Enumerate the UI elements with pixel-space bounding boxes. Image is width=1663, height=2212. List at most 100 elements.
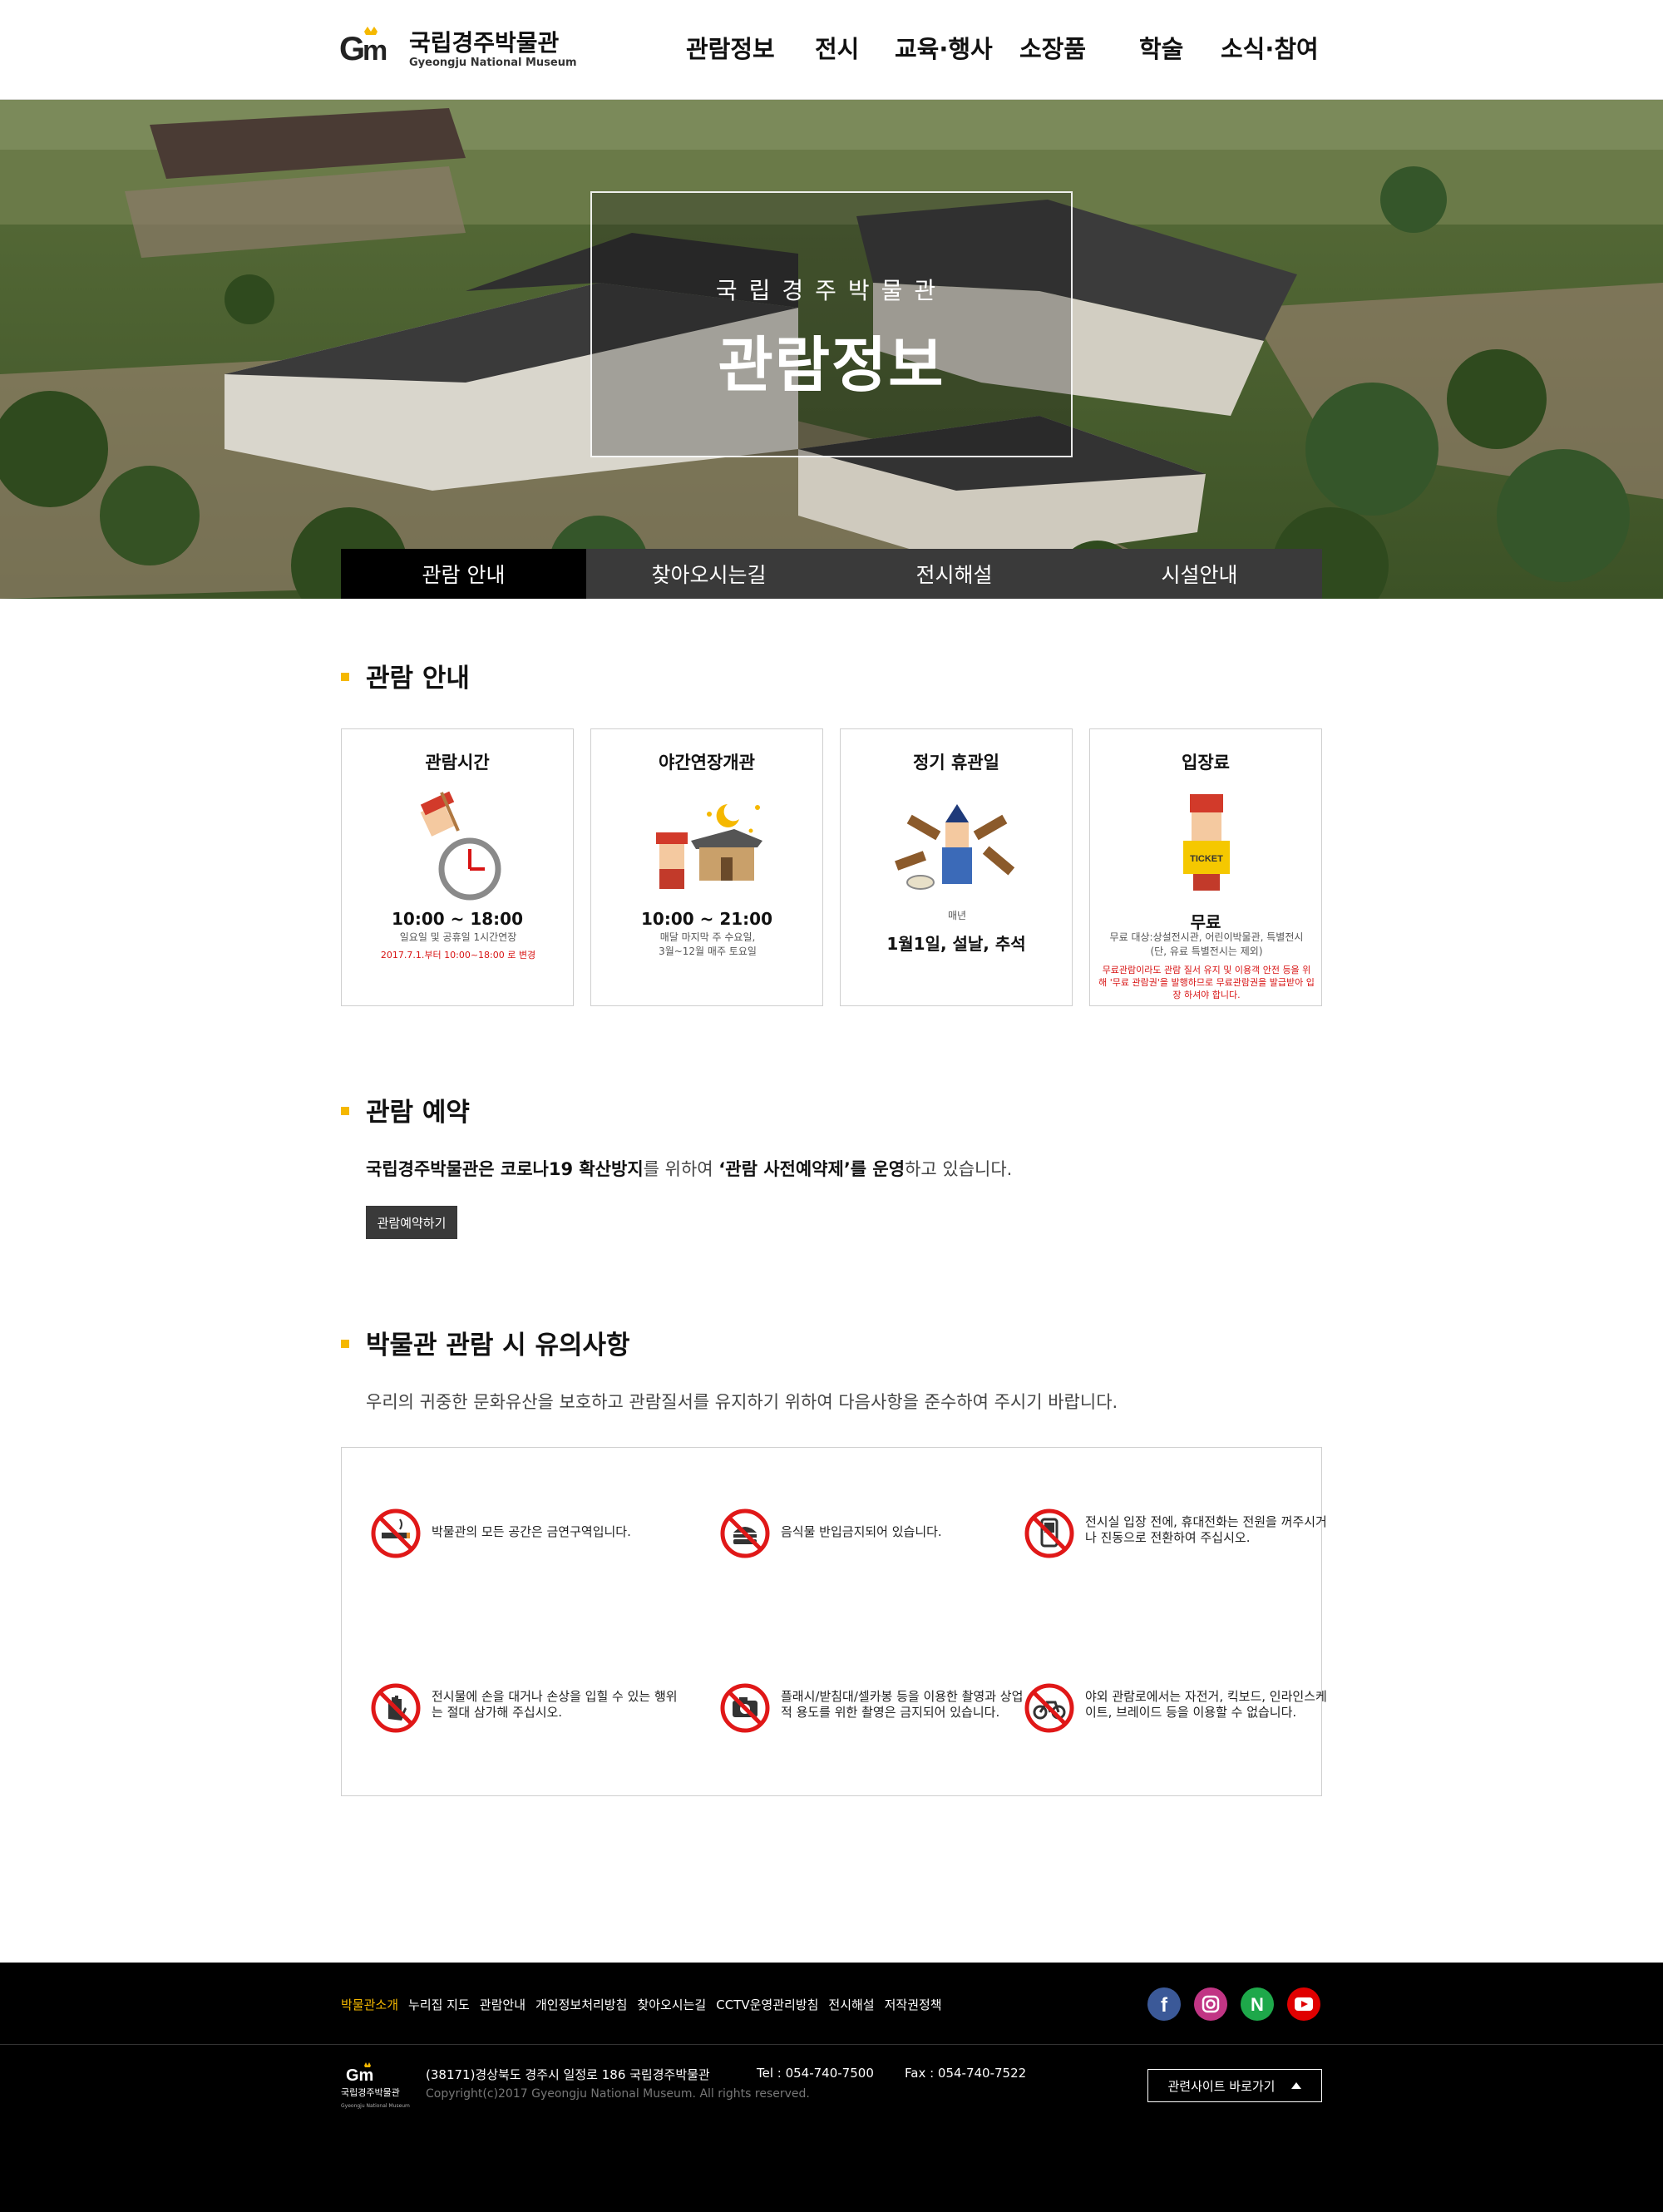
no-smoking-icon [371, 1508, 421, 1558]
facebook-icon[interactable]: f [1147, 1987, 1181, 2021]
footer-nav: 박물관소개 누리집 지도 관람안내 개인정보처리방침 찾아오시는길 CCTV운영… [341, 1996, 942, 2013]
related-sites-label: 관련사이트 바로가기 [1167, 2078, 1276, 2094]
notice-text: 전시물에 손을 대거나 손상을 입힐 수 있는 행위는 절대 삼가해 주십시오. [432, 1689, 678, 1720]
card-pre-text: 매년 [947, 910, 967, 921]
footer-tel: Tel : 054-740-7500 [757, 2066, 874, 2081]
facebook-glyph: f [1161, 1994, 1168, 2017]
card-main-value: 1월1일, 설날, 추석 [886, 934, 1026, 954]
footer-link-privacy[interactable]: 개인정보처리방침 [535, 1996, 627, 2013]
card-title: 정기 휴관일 [913, 753, 999, 773]
card-title: 입장료 [1182, 753, 1230, 773]
card-main-value: 10:00 ~ 18:00 [391, 909, 523, 929]
footer-link-about[interactable]: 박물관소개 [341, 1996, 398, 2013]
footer-fax: Fax : 054-740-7522 [905, 2066, 1027, 2081]
nav-collection[interactable]: 소장품 [1019, 30, 1086, 65]
footer-link-docent[interactable]: 전시해설 [828, 1996, 874, 2013]
section-title-reservation: 관람 예약 [341, 1091, 470, 1128]
sub-tabs: 관람 안내 찾아오시는길 전시해설 시설안내 [341, 549, 1322, 599]
title-marker [341, 1106, 349, 1115]
notice-text: 음식물 반입금지되어 있습니다. [781, 1524, 942, 1539]
svg-text:N: N [1251, 1994, 1264, 2015]
card-main-value: 10:00 ~ 21:00 [640, 909, 772, 929]
footer-link-visit-info[interactable]: 관람안내 [480, 1996, 526, 2013]
reserve-button[interactable]: 관람예약하기 [366, 1206, 457, 1239]
notice-item: 전시물에 손을 대거나 손상을 입힐 수 있는 행위는 절대 삼가해 주십시오. [370, 1682, 678, 1740]
svg-text:m: m [363, 35, 387, 65]
ticket-mascot-icon: TICKET [1183, 794, 1230, 891]
museum-logo-icon: G m [339, 27, 387, 65]
hero-banner: 국립경주박물관 관람정보 관람 안내 찾아오시는길 전시해설 시설안내 [0, 100, 1663, 599]
card-sub-text: 일요일 및 공휴일 1시간연장 [399, 931, 517, 943]
footer-link-copyright[interactable]: 저작권정책 [885, 1996, 942, 2013]
card-sub-text: 매달 마지막 주 수요일, 3월~12월 매주 토요일 [659, 931, 757, 957]
notice-item: 전시실 입장 전에, 휴대전화는 전원을 꺼주시거나 진동으로 전환하여 주십시… [1024, 1508, 1327, 1566]
naver-icon[interactable]: N [1241, 1987, 1274, 2021]
nav-exhibition[interactable]: 전시 [815, 30, 859, 65]
nav-research[interactable]: 학술 [1139, 30, 1183, 65]
footer-logo: Gm 국립경주박물관 Gyeongju National Museum [341, 2062, 416, 2112]
logo-subtitle: Gyeongju National Museum [409, 57, 577, 69]
footer-divider [0, 2044, 1663, 2045]
card-sub-text: 무료 대상:상설전시관, 어린이박물관, 특별전시 (단, 유료 특별전시는 제… [1109, 931, 1304, 957]
youtube-icon[interactable] [1287, 1987, 1320, 2021]
info-card-closed-days: 정기 휴관일 매년 1월1일, 설날, 추석 [840, 728, 1073, 1006]
site-header: G m 국립경주박물관 Gyeongju National Museum 관람정… [0, 0, 1663, 100]
hero-kicker: 국립경주박물관 [715, 277, 948, 304]
ticket-label: TICKET [1190, 854, 1223, 864]
site-footer: 박물관소개 누리집 지도 관람안내 개인정보처리방침 찾아오시는길 CCTV운영… [0, 1963, 1663, 2212]
tab-directions[interactable]: 찾아오시는길 [586, 549, 832, 599]
notices-lead-text: 우리의 귀중한 문화유산을 보호하고 관람질서를 유지하기 위하여 다음사항을 … [366, 1392, 1118, 1412]
notice-text: 전시실 입장 전에, 휴대전화는 전원을 꺼주시거나 진동으로 전환하여 주십시… [1085, 1514, 1327, 1545]
footer-link-directions[interactable]: 찾아오시는길 [637, 1996, 706, 2013]
no-bicycle-icon [1024, 1683, 1074, 1733]
clock-mascot-icon [420, 791, 501, 901]
instagram-icon[interactable] [1194, 1987, 1227, 2021]
notice-item: 플래시/받침대/셀카봉 등을 이용한 촬영과 상업적 용도를 위한 촬영은 금지… [719, 1682, 1023, 1740]
youtube-glyph [1295, 1997, 1313, 2011]
notice-item: 박물관의 모든 공간은 금연구역입니다. [370, 1508, 669, 1566]
notice-text: 박물관의 모든 공간은 금연구역입니다. [432, 1524, 631, 1539]
hero-title-box: 국립경주박물관 관람정보 [590, 191, 1073, 457]
reservation-text: 국립경주박물관은 코로나19 확산방지를 위하여 ‘관람 사전예약제’를 운영하… [366, 1159, 1013, 1179]
logo-title: 국립경주박물관 [409, 29, 560, 57]
nav-visit-info[interactable]: 관람정보 [686, 30, 775, 65]
notice-item: 야외 관람로에서는 자전거, 킥보드, 인라인스케이트, 브레이드 등을 이용할… [1024, 1682, 1327, 1740]
naver-glyph: N [1251, 1994, 1264, 2015]
scholar-mascot-icon [895, 804, 1015, 890]
instagram-glyph [1202, 1995, 1220, 2013]
svg-text:Gm: Gm [346, 2066, 373, 2085]
info-card-admission: 입장료 TICKET 무료 무료 대상:상설전시관, 어린이박물관, 특별전시 … [1089, 728, 1322, 1006]
site-logo[interactable]: G m 국립경주박물관 Gyeongju National Museum [339, 25, 577, 75]
no-camera-icon [720, 1683, 770, 1733]
info-card-night-opening: 야간연장개관 10:00 ~ 21:00 매달 마지막 주 수요일, 3월~12… [590, 728, 823, 1006]
footer-link-sitemap[interactable]: 누리집 지도 [408, 1996, 470, 2013]
title-marker [341, 1339, 349, 1348]
tab-docent[interactable]: 전시해설 [832, 549, 1077, 599]
notices-box: 박물관의 모든 공간은 금연구역입니다. 음식물 반입금지되어 있습니다. 전시… [341, 1447, 1327, 1796]
svg-text:G: G [339, 31, 365, 65]
nav-education-events[interactable]: 교육·행사 [895, 30, 993, 65]
nav-news[interactable]: 소식·참여 [1221, 30, 1319, 65]
card-note-text: 2017.7.1.부터 10:00~18:00 로 변경 [380, 950, 536, 960]
tab-facilities[interactable]: 시설안내 [1077, 549, 1322, 599]
night-house-mascot-icon [656, 804, 762, 889]
section-title-visit-guide: 관람 안내 [341, 657, 470, 694]
info-card-hours: 관람시간 10:00 ~ 18:00 일요일 및 공휴일 1시간연장 2017.… [341, 728, 574, 1006]
museum-logo-icon: Gm 국립경주박물관 Gyeongju National Museum [341, 2062, 410, 2109]
notice-text: 야외 관람로에서는 자전거, 킥보드, 인라인스케이트, 브레이드 등을 이용할… [1085, 1689, 1327, 1720]
no-touch-icon [371, 1683, 421, 1733]
footer-copyright: Copyright(c)2017 Gyeongju National Museu… [426, 2087, 810, 2101]
footer-link-cctv[interactable]: CCTV운영관리방침 [716, 1996, 818, 2013]
notice-item: 음식물 반입금지되어 있습니다. [719, 1508, 1019, 1566]
footer-address: (38171)경상북도 경주시 일정로 186 국립경주박물관 [426, 2067, 710, 2082]
footer-logo-subtitle: Gyeongju National Museum [341, 2103, 410, 2109]
footer-logo-title: 국립경주박물관 [341, 2087, 400, 2098]
no-food-icon [720, 1508, 770, 1558]
tab-visit-guide[interactable]: 관람 안내 [341, 549, 586, 599]
related-sites-select[interactable]: 관련사이트 바로가기 [1147, 2069, 1322, 2102]
card-title: 야간연장개관 [659, 753, 755, 773]
notice-text: 플래시/받침대/셀카봉 등을 이용한 촬영과 상업적 용도를 위한 촬영은 금지… [781, 1689, 1024, 1720]
caret-up-icon [1291, 2082, 1302, 2089]
title-marker [341, 672, 349, 681]
card-note-text: 무료관람이라도 관람 질서 유지 및 이용객 안전 등을 위해 '무료 관람권'… [1098, 965, 1315, 1000]
